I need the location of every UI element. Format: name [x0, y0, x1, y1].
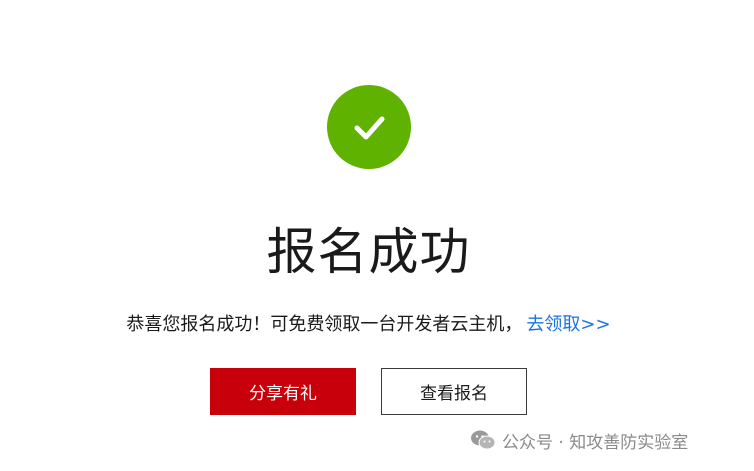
- view-registration-button[interactable]: 查看报名: [381, 368, 527, 415]
- watermark-text: 公众号 · 知攻善防实验室: [502, 432, 689, 453]
- page-title: 报名成功: [266, 223, 471, 281]
- success-message: 恭喜您报名成功！可免费领取一台开发者云主机， 去领取>>: [0, 312, 737, 338]
- registration-success-page: 报名成功 恭喜您报名成功！可免费领取一台开发者云主机， 去领取>> 分享有礼 查看…: [0, 0, 754, 471]
- success-message-text: 恭喜您报名成功！可免费领取一台开发者云主机，: [126, 314, 523, 335]
- watermark: 公众号 · 知攻善防实验室: [470, 428, 689, 453]
- success-checkmark-icon: [327, 85, 411, 169]
- claim-link[interactable]: 去领取>>: [526, 314, 610, 335]
- checkmark-icon: [354, 116, 385, 140]
- wechat-icon: [471, 430, 496, 450]
- share-reward-button[interactable]: 分享有礼: [210, 368, 356, 415]
